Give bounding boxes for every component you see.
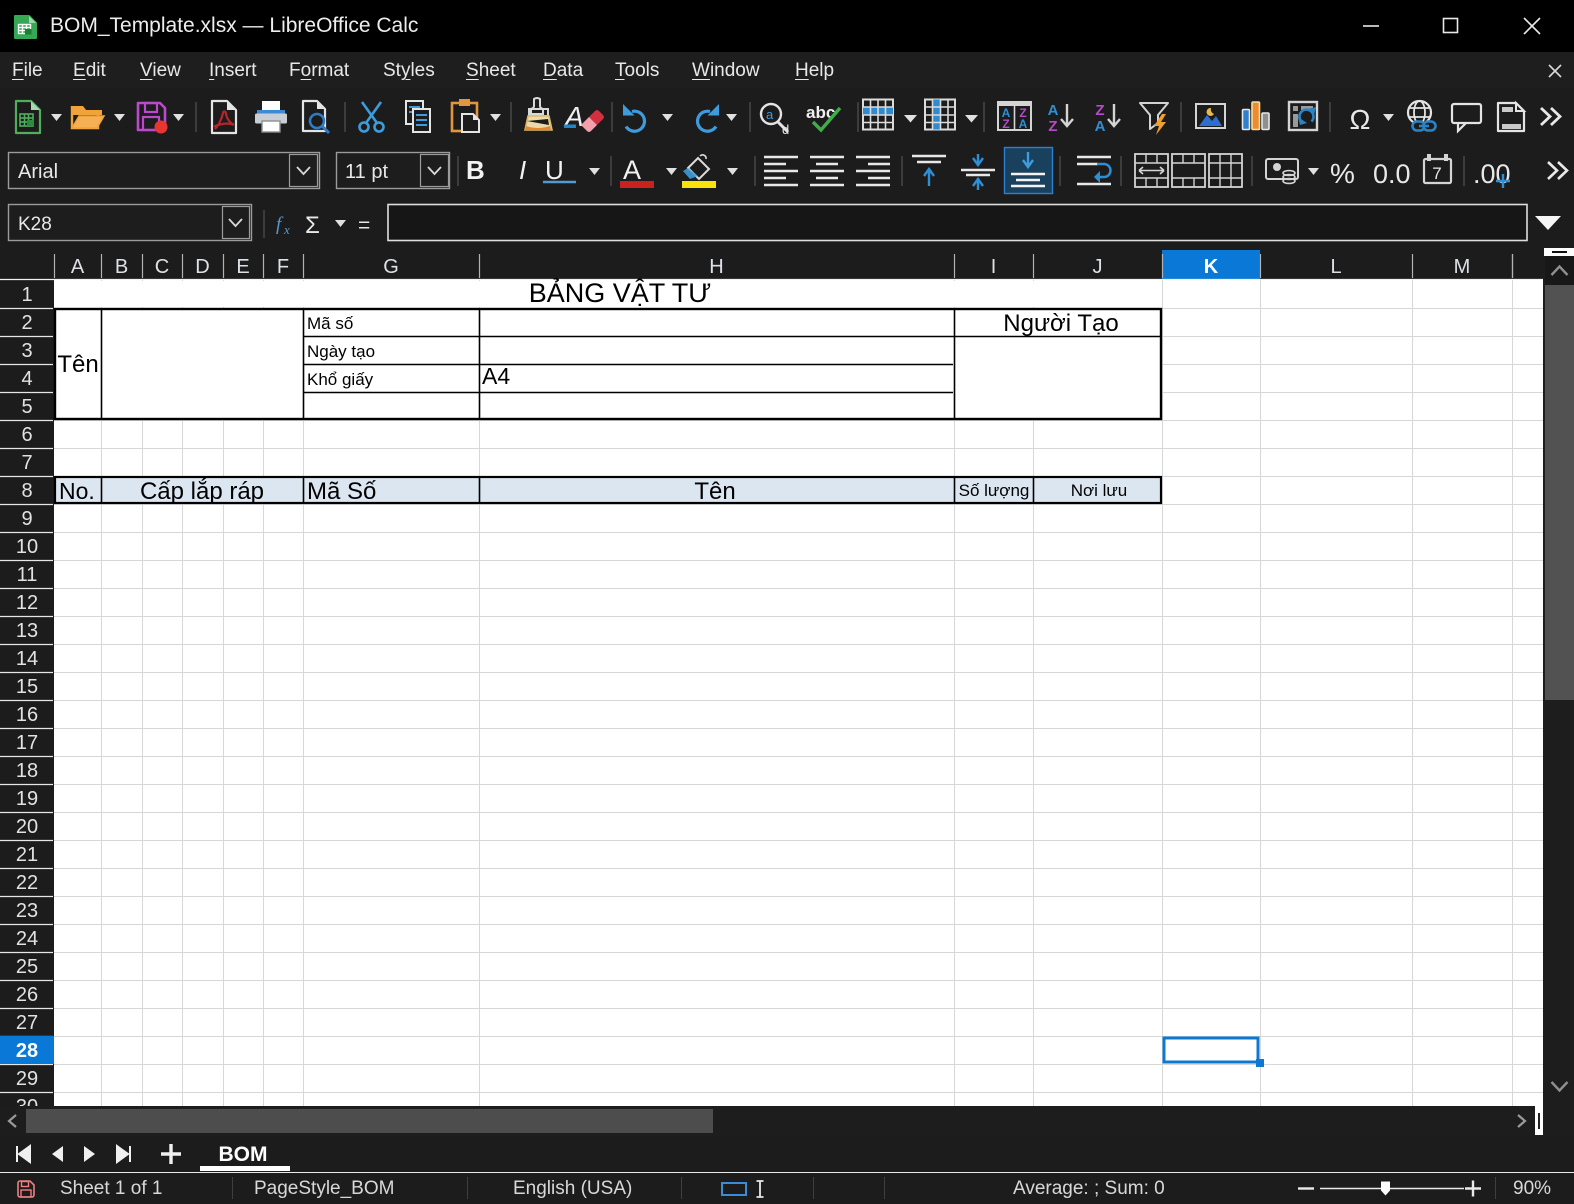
svg-text:BẢNG VẬT TƯ: BẢNG VẬT TƯ [529,276,712,308]
svg-text:Tên: Tên [57,351,98,378]
svg-text:0.0: 0.0 [1373,159,1411,189]
svg-text:Ω: Ω [1350,104,1371,135]
svg-text:K28: K28 [18,214,52,235]
svg-text:6: 6 [21,424,32,446]
svg-text:Mã Số: Mã Số [307,478,376,505]
svg-text:16: 16 [16,704,38,726]
svg-text:21: 21 [16,844,38,866]
svg-text:No.: No. [59,478,95,504]
svg-text:Số lượng: Số lượng [959,481,1030,500]
svg-text:3: 3 [21,340,32,362]
svg-text:18: 18 [16,760,38,782]
svg-text:J: J [1093,256,1103,278]
svg-text:1: 1 [21,284,32,306]
svg-text:G: G [383,256,399,278]
svg-text:E: E [236,256,249,278]
svg-text:H: H [709,256,723,278]
svg-text:9: 9 [21,508,32,530]
svg-text:28: 28 [16,1040,38,1062]
svg-text:20: 20 [16,816,38,838]
svg-text:14: 14 [16,648,38,670]
svg-text:C: C [155,256,169,278]
svg-text:13: 13 [16,620,38,642]
svg-text:8: 8 [21,480,32,502]
svg-text:L: L [1330,256,1341,278]
svg-text:A: A [1095,118,1106,135]
svg-text:Z: Z [1095,102,1104,119]
svg-text:Khổ giấy: Khổ giấy [307,370,374,389]
svg-text:4: 4 [21,368,32,390]
svg-text:17: 17 [16,732,38,754]
svg-text:Nơi lưu: Nơi lưu [1071,481,1128,500]
svg-text:Σ: Σ [305,212,320,239]
svg-text:A4: A4 [482,363,510,389]
svg-text:a: a [766,107,774,122]
svg-text:I: I [519,155,526,185]
svg-text:A: A [623,155,641,185]
svg-text:2: 2 [21,312,32,334]
svg-text:d: d [782,122,789,137]
svg-text:A: A [1019,117,1028,131]
svg-text:.00: .00 [1473,159,1511,189]
svg-text:19: 19 [16,788,38,810]
svg-text:12: 12 [16,592,38,614]
svg-text:BOM: BOM [219,1143,268,1166]
svg-text:10: 10 [16,536,38,558]
svg-text:B: B [115,256,128,278]
svg-text:24: 24 [16,928,38,950]
svg-text:I: I [991,256,997,278]
svg-text:27: 27 [16,1012,38,1034]
svg-text:Arial: Arial [18,161,58,183]
svg-text:F: F [277,256,289,278]
svg-text:26: 26 [16,984,38,1006]
svg-text:A: A [71,256,85,278]
svg-text:Z: Z [1002,117,1009,131]
svg-text:Người Tạo: Người Tạo [1003,310,1118,337]
svg-text:A: A [1048,102,1059,119]
svg-text:B: B [466,155,485,185]
svg-text:D: D [195,256,209,278]
svg-text:M: M [1454,256,1471,278]
svg-text:29: 29 [16,1068,38,1090]
svg-text:30: 30 [16,1096,38,1106]
svg-text:Cấp lắp ráp: Cấp lắp ráp [140,478,264,505]
svg-text:f: f [276,214,284,235]
svg-text:K: K [1204,256,1219,278]
svg-text:5: 5 [21,396,32,418]
svg-text:Tên: Tên [694,478,735,505]
svg-text:U: U [545,155,564,185]
svg-text:=: = [358,214,370,237]
svg-text:11: 11 [17,564,38,586]
svg-text:Mã số: Mã số [307,314,354,333]
svg-text:22: 22 [16,872,38,894]
svg-text:23: 23 [16,900,38,922]
svg-text:7: 7 [1432,164,1441,183]
svg-text:7: 7 [21,452,32,474]
svg-text:Z: Z [1048,118,1057,135]
svg-text:Ngày tạo: Ngày tạo [307,342,375,361]
svg-text:x: x [283,222,290,237]
svg-text:25: 25 [16,956,38,978]
svg-text:%: % [1330,158,1355,189]
svg-text:11 pt: 11 pt [345,161,388,183]
svg-text:15: 15 [16,676,38,698]
